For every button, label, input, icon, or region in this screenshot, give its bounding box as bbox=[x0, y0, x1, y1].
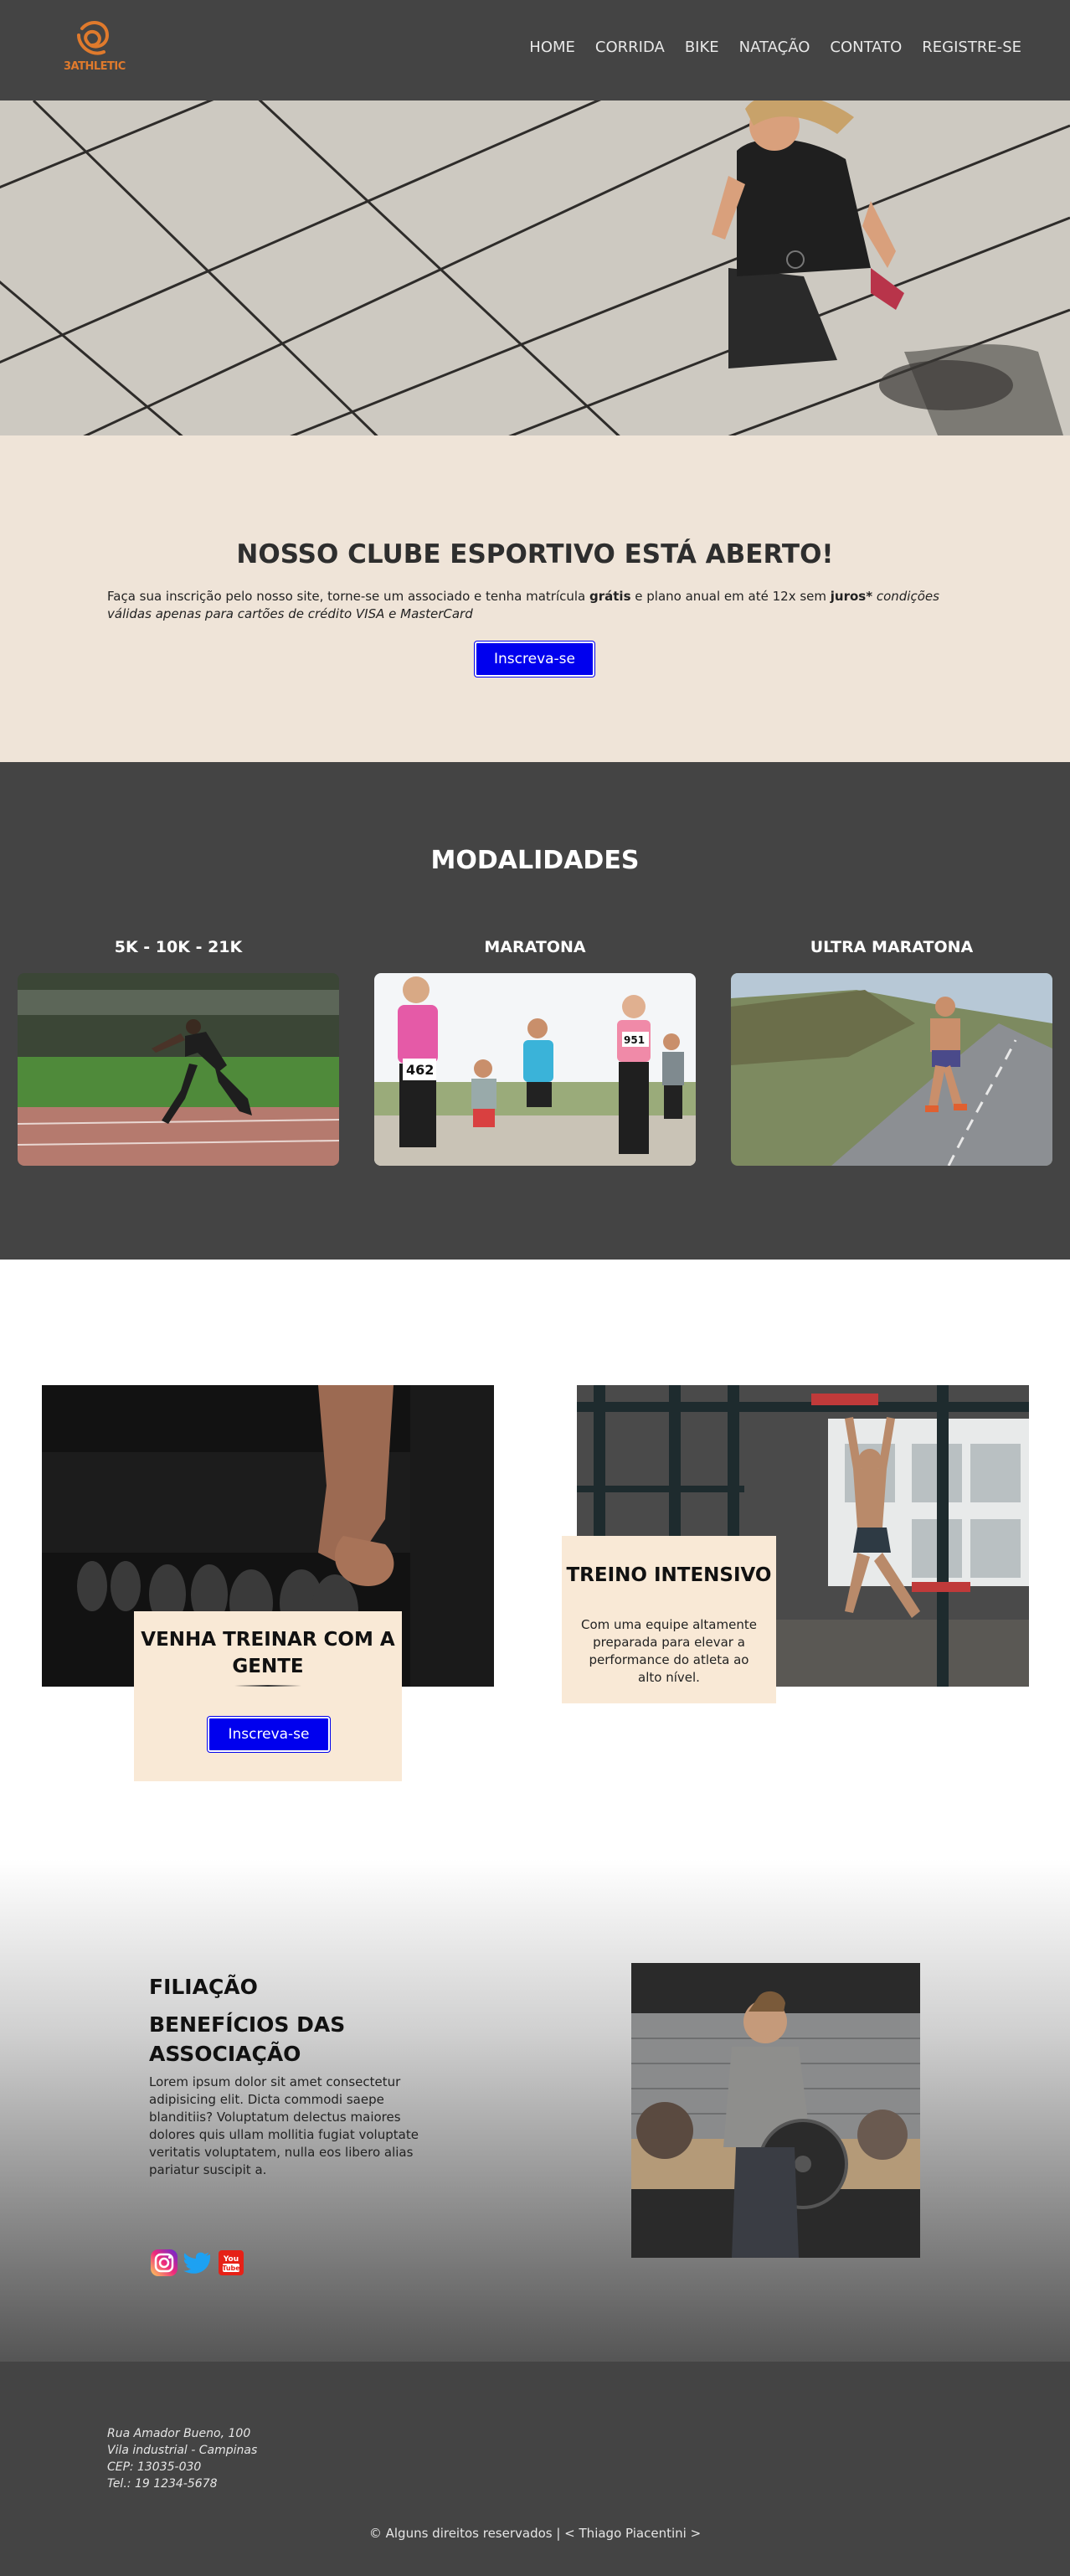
nav-home[interactable]: HOME bbox=[529, 39, 575, 56]
weightlifter-image bbox=[631, 1963, 920, 2258]
modalidades-section: MODALIDADES 5K - 10K - 21K MARATONA 462 … bbox=[0, 762, 1070, 1260]
membership-subtitle: BENEFÍCIOS DAS ASSOCIAÇÃO bbox=[149, 2012, 346, 2066]
train-with-us-title: VENHA TREINAR COM A GENTE bbox=[141, 1629, 395, 1677]
ultra-runner-image bbox=[731, 973, 1052, 1166]
membership-section: FILIAÇÃO BENEFÍCIOS DAS ASSOCIAÇÃO Lorem… bbox=[0, 1859, 1070, 2362]
nav-bike[interactable]: BIKE bbox=[685, 39, 719, 56]
hero-runner-image bbox=[0, 100, 1070, 435]
copyright: © Alguns direitos reservados | < Thiago … bbox=[368, 2526, 702, 2541]
address-cep: CEP: 13035-030 bbox=[107, 2460, 202, 2474]
club-open-section: NOSSO CLUBE ESPORTIVO ESTÁ ABERTO! Faça … bbox=[0, 435, 1070, 762]
address-block: Rua Amador Bueno, 100 Vila industrial - … bbox=[107, 2425, 257, 2492]
intensive-training-title: TREINO INTENSIVO bbox=[566, 1564, 772, 1586]
instagram-icon[interactable] bbox=[149, 2248, 179, 2278]
social-links: You Tube bbox=[149, 2248, 246, 2278]
title-divider bbox=[234, 1685, 301, 1687]
nav-corrida[interactable]: CORRIDA bbox=[595, 39, 665, 56]
club-text-free: grátis bbox=[589, 589, 631, 604]
footer: Rua Amador Bueno, 100 Vila industrial - … bbox=[0, 2362, 1070, 2576]
brand-logo[interactable]: 3ATHLETIC bbox=[64, 17, 126, 77]
marathon-image: 462 951 bbox=[374, 973, 696, 1166]
train-subscribe-button[interactable]: Inscreva-se bbox=[208, 1717, 330, 1752]
intensive-training-card: TREINO INTENSIVO Com uma equipe altament… bbox=[562, 1536, 776, 1703]
modality-label: MARATONA bbox=[484, 938, 586, 956]
hero-banner bbox=[0, 100, 1070, 435]
logo-swirl-icon bbox=[77, 21, 110, 55]
modality-label: ULTRA MARATONA bbox=[810, 938, 974, 956]
modality-card-5k[interactable]: 5K - 10K - 21K bbox=[18, 938, 339, 1166]
training-section: VENHA TREINAR COM A GENTE Inscreva-se TR… bbox=[0, 1260, 1070, 1859]
top-navbar: 3ATHLETIC HOME CORRIDA BIKE NATAÇÃO CONT… bbox=[0, 0, 1070, 100]
membership-text: Lorem ipsum dolor sit amet consectetur a… bbox=[149, 2074, 419, 2177]
club-description: Faça sua inscrição pelo nosso site, torn… bbox=[107, 588, 970, 623]
modality-label: 5K - 10K - 21K bbox=[114, 938, 243, 956]
logo-text: 3ATHLETIC bbox=[64, 60, 126, 73]
club-text-part: Faça sua inscrição pelo nosso site, torn… bbox=[107, 589, 589, 604]
svg-text:You: You bbox=[223, 2255, 239, 2264]
subscribe-button[interactable]: Inscreva-se bbox=[475, 641, 594, 677]
svg-text:462: 462 bbox=[406, 1062, 434, 1078]
club-title: NOSSO CLUBE ESPORTIVO ESTÁ ABERTO! bbox=[236, 539, 834, 569]
youtube-icon[interactable]: You Tube bbox=[216, 2248, 246, 2278]
address-street: Rua Amador Bueno, 100 bbox=[107, 2427, 251, 2440]
club-text-interest: juros* bbox=[830, 589, 873, 604]
modalidades-title: MODALIDADES bbox=[430, 846, 640, 875]
nav-registre-se[interactable]: REGISTRE-SE bbox=[922, 39, 1021, 56]
modality-card-maratona[interactable]: MARATONA 462 951 bbox=[374, 938, 696, 1166]
address-district: Vila industrial - Campinas bbox=[107, 2444, 258, 2457]
main-menu: HOME CORRIDA BIKE NATAÇÃO CONTATO REGIST… bbox=[529, 39, 1021, 56]
nav-natacao[interactable]: NATAÇÃO bbox=[739, 39, 810, 56]
nav-contato[interactable]: CONTATO bbox=[830, 39, 902, 56]
sprinter-image bbox=[18, 973, 339, 1166]
train-with-us-card: VENHA TREINAR COM A GENTE Inscreva-se bbox=[134, 1611, 402, 1781]
intensive-training-text: Com uma equipe altamente preparada para … bbox=[581, 1617, 757, 1685]
modality-card-ultra[interactable]: ULTRA MARATONA bbox=[731, 938, 1052, 1166]
twitter-icon[interactable] bbox=[183, 2248, 213, 2278]
club-text-part: e plano anual em até 12x sem bbox=[630, 589, 831, 604]
membership-title: FILIAÇÃO bbox=[149, 1975, 258, 1999]
svg-text:Tube: Tube bbox=[222, 2264, 240, 2272]
svg-text:951: 951 bbox=[624, 1034, 645, 1046]
address-phone: Tel.: 19 1234-5678 bbox=[107, 2477, 218, 2491]
